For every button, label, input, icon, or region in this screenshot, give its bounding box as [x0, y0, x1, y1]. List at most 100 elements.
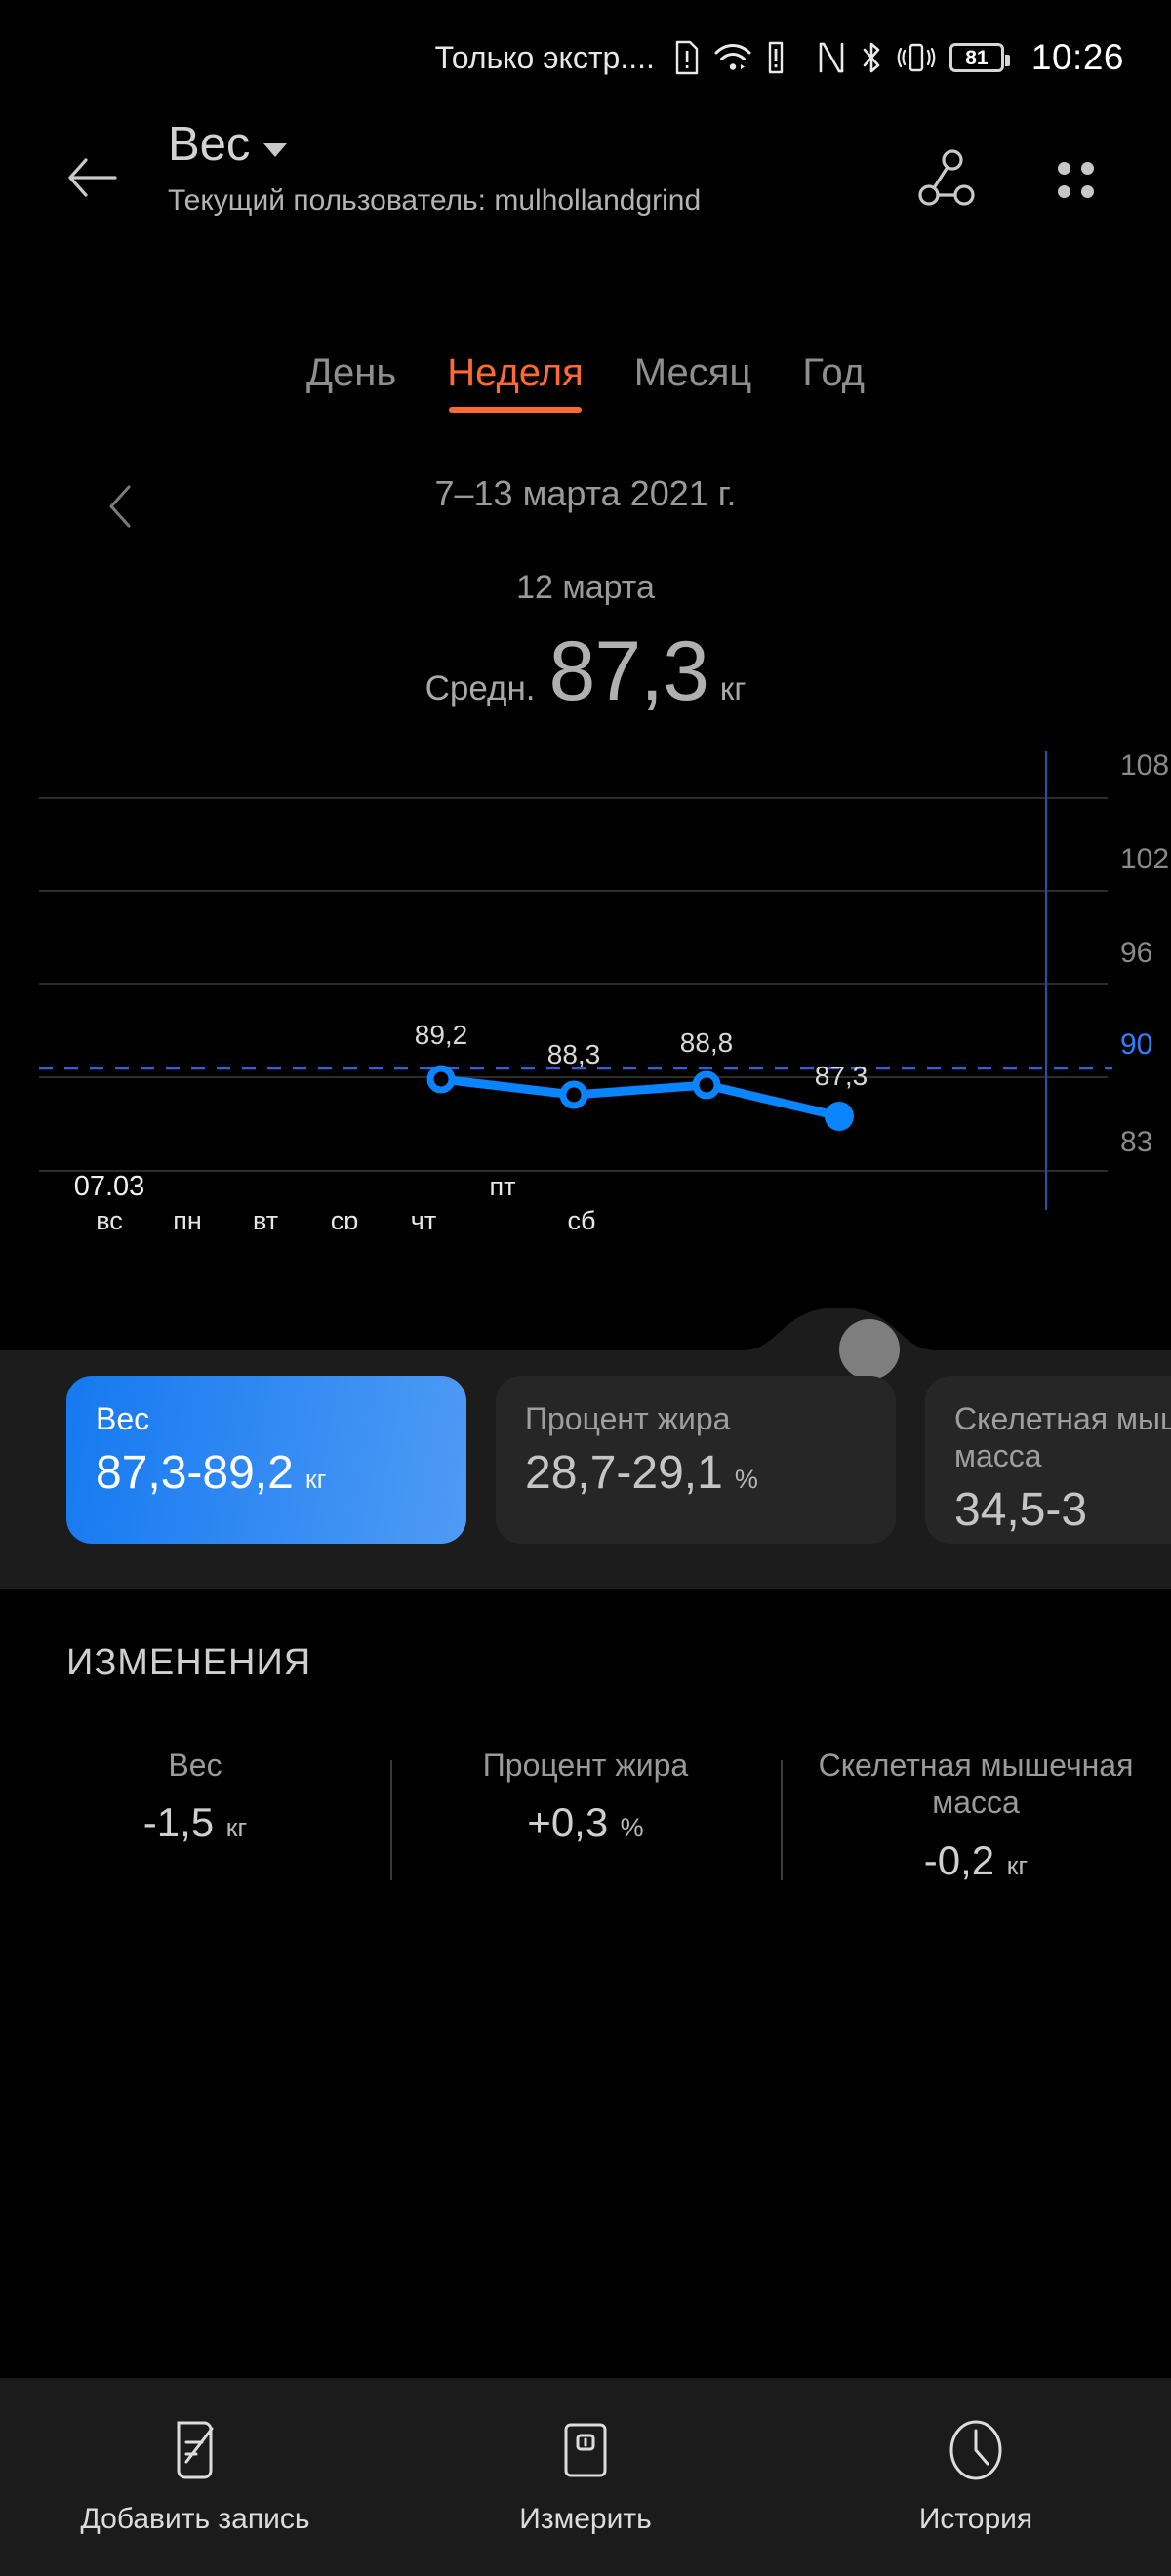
app-screen: Только экстр.... 81 10:26 Вес Текущий по… — [0, 0, 1171, 2576]
ytick-label-83: 83 — [1120, 1126, 1152, 1158]
grid-menu-icon[interactable] — [1040, 144, 1110, 215]
change-name: Скелетная мышечная масса — [818, 1748, 1134, 1821]
xaxis-start-date: 07.03 — [74, 1171, 145, 1202]
changes-row: Вес -1,5 кг Процент жира +0,3 % Скелетна… — [0, 1747, 1171, 1884]
data-point-1[interactable] — [559, 1080, 588, 1109]
share-icon[interactable] — [909, 141, 986, 217]
vibrate-icon — [897, 38, 936, 77]
ytick-label-102: 102 — [1120, 843, 1169, 875]
metric-card-skeletal-muscle[interactable]: Скелетная мышечная масса 34,5-3 — [925, 1376, 1171, 1544]
xaxis-label-sr: ср — [331, 1206, 359, 1229]
metric-cards-list: Вес 87,3-89,2 кг Процент жира 28,7-29,1 … — [0, 1376, 1171, 1551]
change-unit: кг — [225, 1813, 248, 1843]
average-readout: Средн. 87,3 кг — [0, 629, 1171, 713]
xaxis-label-cht: чт — [411, 1206, 436, 1229]
battery-icon: 81 — [949, 43, 1010, 72]
change-name: Процент жира — [482, 1748, 689, 1783]
metric-card-weight[interactable]: Вес 87,3-89,2 кг — [66, 1376, 466, 1544]
ytick-label-96: 96 — [1120, 937, 1152, 969]
page-title: Вес — [168, 118, 251, 171]
change-value: -0,2 — [923, 1836, 995, 1883]
metric-card-value: 34,5-3 — [954, 1483, 1088, 1536]
weight-series-line — [436, 1074, 844, 1121]
title-block: Вес Текущий пользователь: mulhollandgrin… — [168, 121, 701, 218]
weight-line-chart[interactable]: 108 102 96 90 83 89,2 88,3 88,8 87,3 07.… — [0, 751, 1171, 1229]
back-arrow-icon[interactable] — [57, 142, 127, 213]
menu-dot — [1080, 161, 1094, 175]
change-value-row: -1,5 кг — [10, 1799, 381, 1846]
metric-cards-sheet: Вес 87,3-89,2 кг Процент жира 28,7-29,1 … — [0, 1306, 1171, 1589]
metric-card-unit: кг — [304, 1464, 327, 1494]
data-label-1: 88,3 — [547, 1039, 601, 1069]
metric-card-body-fat[interactable]: Процент жира 28,7-29,1 % — [496, 1376, 896, 1544]
period-tabs: День Неделя Месяц Год — [0, 351, 1171, 413]
bluetooth-icon — [860, 38, 883, 77]
battery-percent: 81 — [965, 46, 989, 69]
xaxis-label-vs: вс — [96, 1206, 123, 1229]
menu-dot — [1080, 184, 1094, 198]
xaxis-label-pn: пн — [173, 1206, 202, 1229]
ytick-label-108: 108 — [1120, 751, 1169, 782]
history-clock-icon — [946, 2417, 1006, 2483]
current-user-label: Текущий пользователь: mulhollandgrind — [168, 184, 702, 217]
metric-card-title: Скелетная мышечная масса — [954, 1401, 1171, 1473]
chart-svg: 108 102 96 90 83 89,2 88,3 88,8 87,3 07.… — [39, 751, 1169, 1229]
change-value: +0,3 — [527, 1799, 609, 1846]
change-name: Вес — [168, 1748, 222, 1783]
clock-label: 10:26 — [1030, 37, 1124, 77]
app-bar: Вес Текущий пользователь: mulhollandgrin… — [0, 115, 1171, 242]
tab-week[interactable]: Неделя — [447, 351, 584, 413]
menu-dot — [1057, 184, 1070, 198]
average-prefix: Средн. — [424, 669, 536, 707]
scale-icon — [557, 2417, 614, 2483]
wifi-icon — [713, 38, 752, 77]
title-dropdown[interactable]: Вес — [168, 121, 701, 169]
selected-day-label: 12 марта — [516, 569, 655, 606]
change-value-row: -0,2 кг — [790, 1837, 1161, 1884]
metric-card-value: 28,7-29,1 — [525, 1446, 723, 1499]
nfc-icon — [817, 38, 846, 77]
change-unit: % — [620, 1813, 644, 1843]
metric-card-value-row: 87,3-89,2 кг — [96, 1446, 437, 1499]
tab-year[interactable]: Год — [802, 351, 865, 413]
sim-alert-icon — [674, 38, 700, 77]
metric-card-title: Вес — [96, 1401, 150, 1436]
tab-day[interactable]: День — [306, 351, 396, 413]
tab-month[interactable]: Месяц — [634, 351, 752, 413]
data-point-0[interactable] — [426, 1065, 456, 1094]
change-value: -1,5 — [142, 1799, 215, 1846]
average-unit: кг — [719, 670, 747, 706]
metric-card-title: Процент жира — [525, 1401, 731, 1436]
nav-label: История — [918, 2502, 1033, 2535]
nav-add-record[interactable]: Добавить запись — [0, 2417, 390, 2536]
metric-card-value-row: 28,7-29,1 % — [525, 1446, 867, 1499]
metric-card-unit: % — [734, 1464, 758, 1494]
sheet-drag-handle[interactable] — [839, 1319, 900, 1380]
bottom-navigation: Добавить запись Измерить История — [0, 2376, 1171, 2576]
chart-gridlines — [39, 797, 1108, 1172]
signal-alert-icon — [766, 38, 786, 77]
add-record-icon — [167, 2417, 223, 2483]
nav-history[interactable]: История — [781, 2417, 1171, 2536]
change-unit: кг — [1006, 1850, 1029, 1880]
changes-heading: ИЗМЕНЕНИЯ — [66, 1642, 312, 1683]
average-value: 87,3 — [548, 624, 709, 718]
xaxis-label-pt: пт — [490, 1172, 516, 1201]
date-range-label: 7–13 марта 2021 г. — [434, 473, 737, 513]
metric-card-value: 87,3-89,2 — [96, 1446, 294, 1499]
metric-card-value-row: 34,5-3 — [954, 1483, 1171, 1536]
nav-measure[interactable]: Измерить — [390, 2417, 781, 2536]
data-label-3: 87,3 — [815, 1061, 868, 1091]
carrier-label: Только экстр.... — [434, 39, 655, 75]
menu-dot — [1057, 161, 1070, 175]
change-item-body-fat: Процент жира +0,3 % — [390, 1747, 781, 1884]
change-value-row: +0,3 % — [400, 1799, 771, 1846]
caret-down-icon — [263, 142, 288, 157]
change-item-skeletal-muscle: Скелетная мышечная масса -0,2 кг — [781, 1747, 1171, 1884]
chevron-left-icon[interactable] — [98, 479, 146, 534]
data-label-2: 88,8 — [680, 1027, 734, 1058]
nav-divider — [0, 2376, 1171, 2378]
data-point-2[interactable] — [692, 1070, 721, 1100]
data-label-0: 89,2 — [415, 1020, 468, 1050]
data-point-3-selected[interactable] — [825, 1102, 854, 1131]
